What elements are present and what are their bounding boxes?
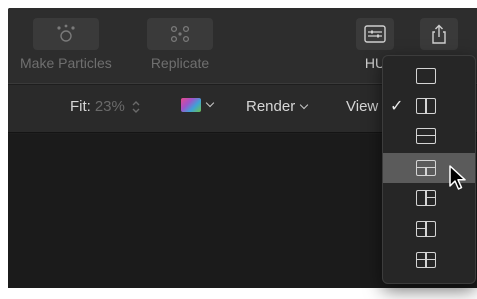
- hud-icon: [364, 25, 386, 43]
- make-particles-label: Make Particles: [20, 55, 112, 71]
- menu-item-single-view[interactable]: [383, 61, 475, 91]
- particles-icon: [57, 24, 75, 42]
- four-up-icon: [416, 252, 436, 268]
- share-tool[interactable]: [420, 18, 458, 50]
- single-view-icon: [416, 68, 436, 84]
- three-up-right-icon: [416, 221, 436, 237]
- render-popup[interactable]: Render: [246, 98, 309, 115]
- fit-zoom-control[interactable]: Fit: 23%: [70, 98, 141, 115]
- menu-item-two-up-stacked[interactable]: [383, 121, 475, 151]
- chevron-down-icon: [299, 100, 309, 109]
- channels-popup[interactable]: [181, 98, 215, 112]
- color-channels-icon: [181, 98, 201, 112]
- three-up-left-icon: [416, 190, 436, 206]
- three-up-top-icon: [416, 160, 436, 176]
- replicate-icon: [170, 25, 190, 43]
- two-up-stacked-icon: [416, 128, 436, 144]
- replicate-label: Replicate: [150, 55, 210, 71]
- replicate-button[interactable]: [147, 18, 213, 50]
- menu-item-two-up-side-by-side[interactable]: ✓: [383, 91, 475, 121]
- menu-item-three-up-right[interactable]: [383, 214, 475, 244]
- replicate-tool[interactable]: Replicate: [147, 18, 213, 71]
- share-button[interactable]: [420, 18, 458, 50]
- render-label: Render: [246, 98, 296, 115]
- fit-label: Fit:: [70, 98, 91, 115]
- view-label: View: [346, 98, 379, 115]
- stepper-icon: [132, 100, 140, 113]
- menu-item-four-up[interactable]: [383, 245, 475, 275]
- view-popup[interactable]: View: [346, 98, 378, 115]
- mouse-pointer-icon: [449, 165, 466, 190]
- checkmark-icon: ✓: [390, 98, 404, 115]
- hud-button[interactable]: [356, 18, 394, 50]
- chevron-down-icon: [205, 98, 215, 108]
- fit-value: 23%: [94, 98, 125, 115]
- two-up-side-by-side-icon: [416, 98, 436, 114]
- share-icon: [432, 24, 446, 44]
- make-particles-tool[interactable]: Make Particles: [20, 18, 112, 71]
- make-particles-button[interactable]: [32, 18, 99, 50]
